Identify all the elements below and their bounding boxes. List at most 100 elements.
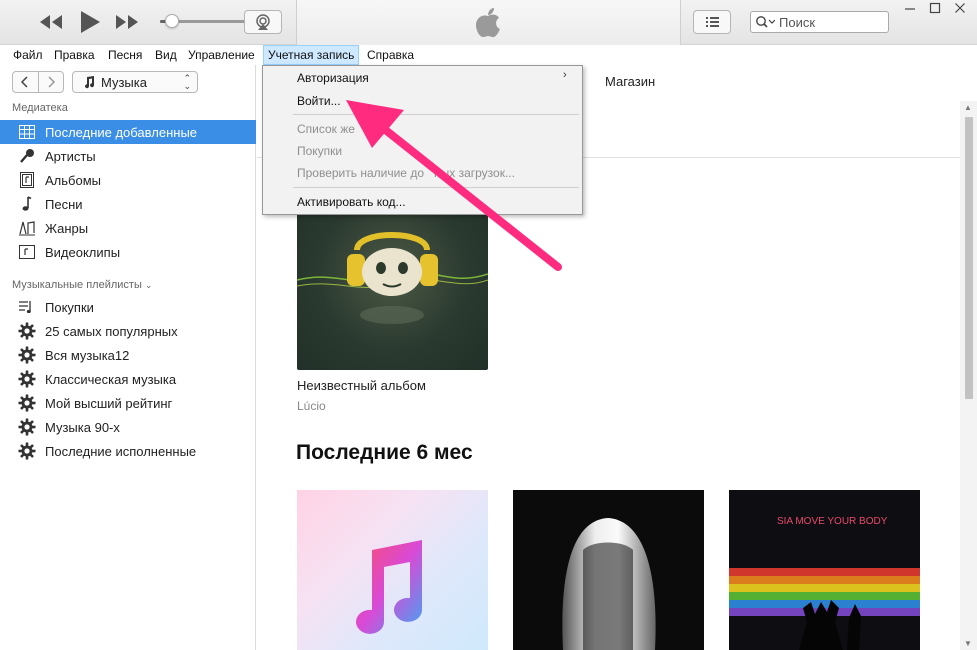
sidebar-item-songs[interactable]: Песни [0, 192, 256, 216]
up-next-button[interactable] [693, 10, 731, 34]
playlists-heading[interactable]: Музыкальные плейлисты ⌄ [12, 279, 152, 291]
rainbow-dancers-artwork: SIA MOVE YOUR BODY [729, 516, 920, 650]
album-cover[interactable]: SIA MOVE YOUR BODY [729, 490, 920, 650]
tab-store[interactable]: Магазин [605, 74, 655, 89]
album-cover[interactable] [513, 490, 704, 650]
list-icon [706, 17, 719, 27]
sidebar-item-albums[interactable]: Альбомы [0, 168, 256, 192]
microphone-icon [18, 147, 36, 165]
sidebar-item-label: Музыка 90-х [45, 419, 120, 435]
maximize-icon [929, 2, 941, 14]
scroll-up-arrow-icon[interactable]: ▲ [964, 103, 972, 112]
sidebar-item-artists[interactable]: Артисты [0, 144, 256, 168]
sidebar-item-90s[interactable]: Музыка 90-х [0, 415, 256, 439]
gear-icon [18, 394, 36, 412]
album-artist[interactable]: Lúcio [297, 399, 326, 413]
album-cover[interactable] [297, 210, 488, 370]
sidebar-item-genres[interactable]: Жанры [0, 216, 256, 240]
album-title[interactable]: Неизвестный альбом [297, 378, 426, 393]
menu-bar: Файл Правка Песня Вид Управление Учетная… [0, 45, 977, 65]
menu-file[interactable]: Файл [9, 45, 47, 65]
sidebar-item-label: Жанры [45, 220, 89, 236]
sidebar-item-classical[interactable]: Классическая музыка [0, 367, 256, 391]
menu-song[interactable]: Песня [104, 45, 146, 65]
maximize-button[interactable] [925, 2, 945, 18]
sidebar-item-recently-added[interactable]: Последние добавленные [0, 120, 256, 144]
play-button[interactable] [78, 8, 102, 36]
sidebar-item-label: 25 самых популярных [45, 323, 178, 339]
volume-slider[interactable] [160, 14, 256, 28]
album-cover-text: SIA MOVE YOUR BODY [777, 516, 888, 527]
media-type-select[interactable]: Музыка ⌃ ⌄ [72, 71, 198, 93]
gear-icon [18, 322, 36, 340]
itunes-window: Файл Правка Песня Вид Управление Учетная… [0, 0, 977, 650]
sidebar-item-all-music[interactable]: Вся музыка12 [0, 343, 256, 367]
wig-artwork [562, 518, 656, 650]
forward-button[interactable] [39, 72, 64, 92]
gear-icon [18, 442, 36, 460]
menu-item-redeem-code[interactable]: Активировать код... [297, 192, 406, 212]
genres-icon [18, 219, 36, 237]
gear-icon [18, 370, 36, 388]
minimize-button[interactable] [900, 2, 920, 18]
frog-headphones-artwork [297, 232, 488, 324]
scroll-thumb[interactable] [965, 117, 973, 399]
search-box[interactable] [750, 11, 889, 33]
updown-chevron-icon: ⌃ ⌄ [183, 73, 191, 91]
sidebar-item-label: Артисты [45, 148, 96, 164]
album-icon [18, 171, 36, 189]
sidebar-item-label: Классическая музыка [45, 371, 177, 387]
chevron-right-icon [48, 76, 55, 88]
sidebar-item-top-25[interactable]: 25 самых популярных [0, 319, 256, 343]
menu-view[interactable]: Вид [151, 45, 181, 65]
scrollbar[interactable]: ▲ ▼ [960, 101, 977, 650]
album-cover[interactable] [297, 490, 488, 650]
menu-controls[interactable]: Управление [184, 45, 259, 65]
sidebar-item-videos[interactable]: Видеоклипы [0, 240, 256, 264]
library-heading: Медиатека [12, 102, 68, 114]
airplay-button[interactable] [244, 10, 282, 34]
search-input[interactable] [779, 14, 879, 30]
navigation-buttons [12, 71, 64, 93]
sidebar-item-label: Песни [45, 196, 83, 212]
minimize-icon [905, 8, 915, 10]
sidebar: Музыка ⌃ ⌄ Медиатека Последние добавленны… [0, 65, 256, 650]
sidebar-item-purchases[interactable]: Покупки [0, 295, 256, 319]
music-note-artwork-icon [356, 540, 422, 634]
submenu-arrow-icon: › [563, 69, 567, 81]
close-button[interactable] [950, 2, 970, 18]
sidebar-item-top-rated[interactable]: Мой высший рейтинг [0, 391, 256, 415]
fast-forward-icon [116, 15, 138, 29]
play-icon [81, 11, 100, 33]
rewind-icon [40, 15, 62, 29]
menu-item-sign-in[interactable]: Войти... [297, 91, 341, 111]
sidebar-item-label: Последние добавленные [45, 124, 198, 140]
back-button[interactable] [13, 72, 39, 92]
menu-account[interactable]: Учетная запись [263, 45, 360, 65]
gear-icon [18, 418, 36, 436]
volume-knob[interactable] [165, 14, 180, 28]
menu-help[interactable]: Справка [363, 45, 418, 65]
video-icon [18, 243, 36, 261]
previous-track-button[interactable] [38, 10, 64, 34]
menu-item-authorization[interactable]: Авторизация [297, 68, 369, 88]
airplay-icon [256, 14, 270, 30]
scroll-down-arrow-icon[interactable]: ▼ [964, 639, 972, 648]
search-icon [756, 16, 775, 28]
sidebar-item-label: Мой высший рейтинг [45, 395, 173, 411]
menu-edit[interactable]: Правка [50, 45, 99, 65]
sidebar-item-label: Видеоклипы [45, 244, 121, 260]
next-track-button[interactable] [114, 10, 140, 34]
chevron-down-icon: ⌄ [144, 280, 153, 290]
apple-logo-icon [476, 8, 500, 38]
sidebar-item-label: Покупки [45, 299, 94, 315]
media-type-label: Музыка [101, 74, 147, 90]
menu-item-purchases: Покупки [297, 144, 343, 158]
note-icon [18, 195, 36, 213]
close-icon [955, 3, 965, 13]
sidebar-item-label: Вся музыка12 [45, 347, 130, 363]
gear-icon [18, 346, 36, 364]
grid-icon [18, 123, 36, 141]
menu-item-wishlist: Список же [297, 122, 355, 136]
sidebar-item-recently-played[interactable]: Последние исполненные [0, 439, 256, 463]
